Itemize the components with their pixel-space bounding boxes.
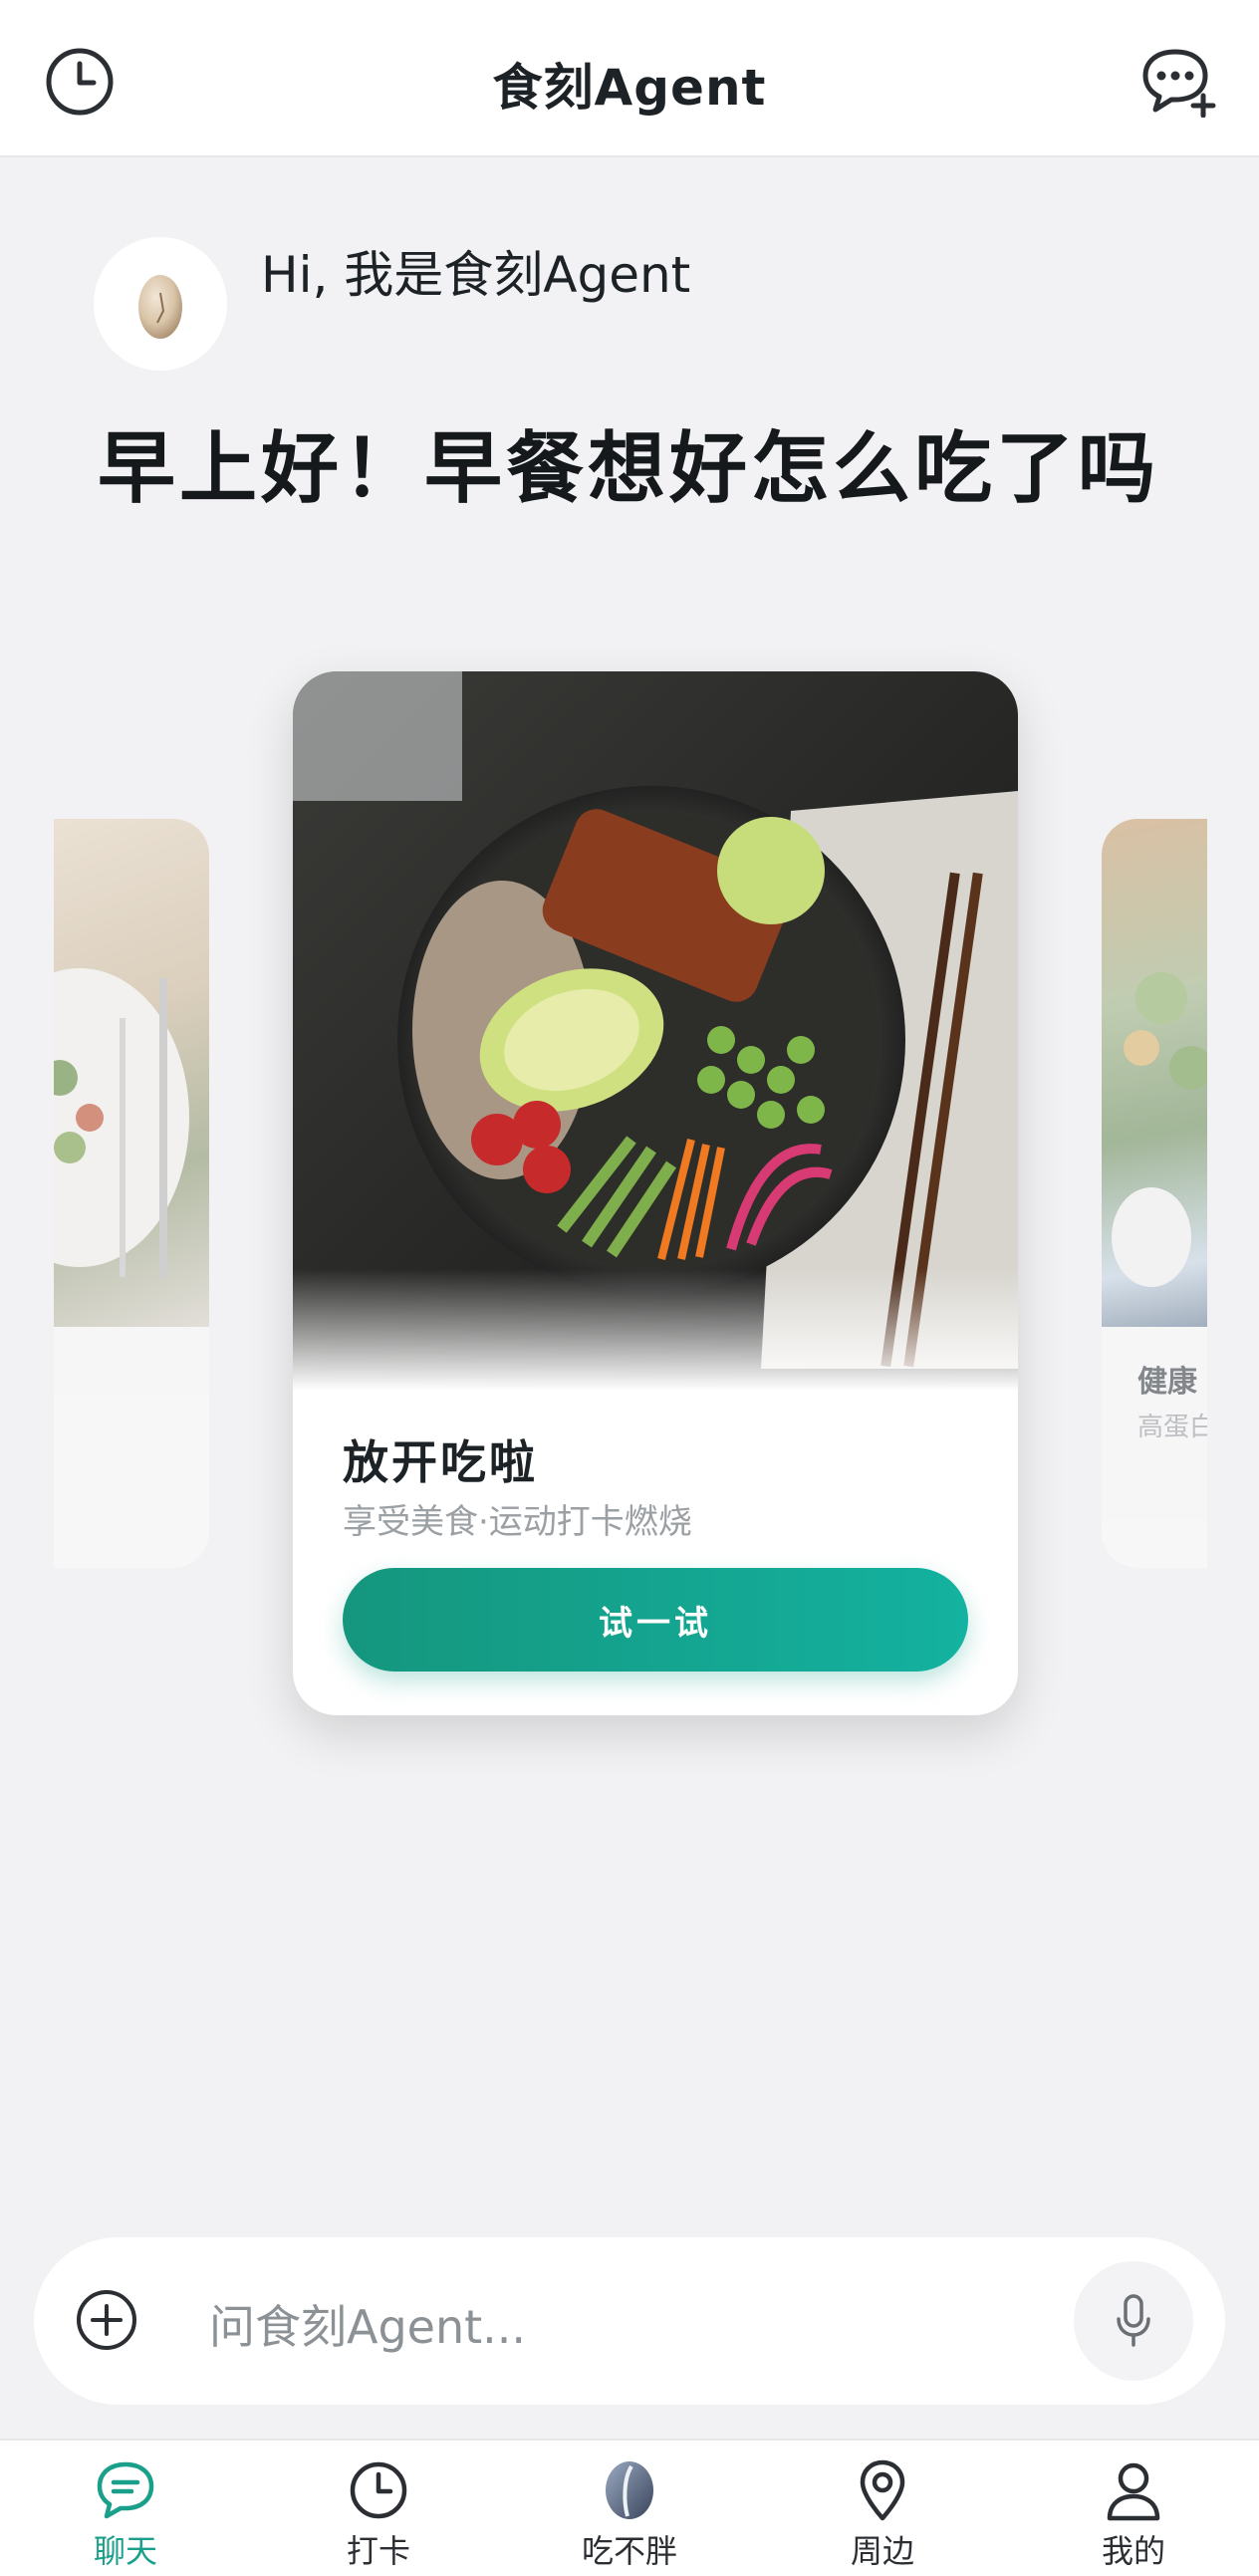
agent-intro-text: Hi, 我是食刻Agent [261, 246, 691, 304]
nav-profile[interactable]: 我的 [1034, 2458, 1233, 2576]
location-pin-icon [860, 2459, 905, 2521]
nav-label: 吃不胖 [581, 2532, 677, 2570]
clock-icon [350, 2461, 407, 2519]
top-bar: 食刻Agent [0, 0, 1259, 157]
page-title: 食刻Agent [492, 59, 767, 117]
new-chat-button[interactable] [1139, 46, 1219, 119]
agent-avatar [94, 237, 227, 371]
bottom-nav: 聊天 打卡 吃不胖 周边 我的 [0, 2439, 1259, 2576]
voice-input-button[interactable] [1074, 2261, 1193, 2381]
nav-eat-slim[interactable]: 吃不胖 [530, 2458, 729, 2576]
nav-nearby[interactable]: 周边 [783, 2458, 982, 2576]
nav-label: 打卡 [346, 2532, 410, 2570]
greeting-headline: 早上好！早餐想好怎么吃了吗 [98, 424, 1160, 514]
salmon-bowl-image [293, 671, 1018, 1391]
try-button[interactable]: 试一试 [343, 1568, 968, 1672]
card-subtitle: 享受美食·运动打卡燃烧 [343, 1502, 692, 1542]
chat-input-bar: 问食刻Agent... [34, 2237, 1225, 2405]
nav-label: 聊天 [93, 2532, 157, 2570]
chat-input[interactable]: 问食刻Agent... [209, 2291, 526, 2357]
carousel-edge-mask [1207, 797, 1259, 1594]
leaf-logo-icon [606, 2461, 653, 2519]
nav-chat[interactable]: 聊天 [26, 2458, 225, 2576]
egg-mascot-icon [138, 275, 182, 339]
microphone-icon [1117, 2294, 1150, 2347]
nav-checkin[interactable]: 打卡 [279, 2458, 478, 2576]
chat-icon [97, 2461, 154, 2519]
user-icon [1107, 2462, 1160, 2521]
chat-bubble-plus-icon [1142, 49, 1216, 119]
card-title: 放开吃啦 [343, 1435, 538, 1489]
card-subtitle: 高蛋白 [1137, 1413, 1216, 1442]
carousel-edge-mask [0, 797, 54, 1594]
plus-circle-icon [77, 2290, 136, 2350]
carousel-card-main[interactable]: 放开吃啦 享受美食·运动打卡燃烧 试一试 [293, 671, 1018, 1715]
card-title: 健康 [1137, 1365, 1197, 1400]
nav-label: 周边 [850, 2532, 914, 2570]
nav-label: 我的 [1101, 2532, 1165, 2570]
attach-button[interactable] [74, 2287, 139, 2353]
